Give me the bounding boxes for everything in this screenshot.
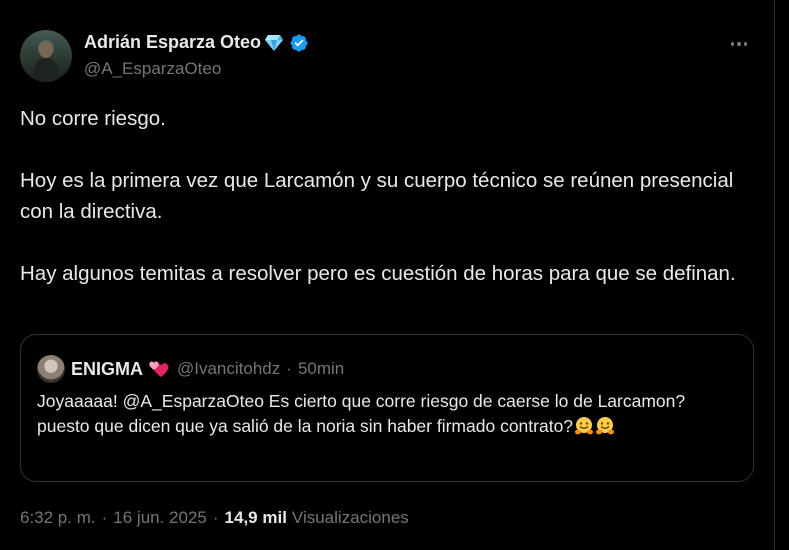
tweet-header: Adrián Esparza Oteo @A_EsparzaOteo [20, 26, 749, 84]
author-handle[interactable]: @A_EsparzaOteo [84, 59, 221, 79]
tweet-time[interactable]: 6:32 p. m. [20, 508, 96, 528]
quoted-tweet-header: ENIGMA @Ivancitohdz · 50min [37, 355, 344, 383]
more-options-icon[interactable] [727, 36, 751, 52]
tweet-body: No corre riesgo. Hoy es la primera vez q… [20, 103, 750, 289]
author-display-name[interactable]: Adrián Esparza Oteo [84, 32, 261, 53]
quoted-author-name: ENIGMA [71, 358, 143, 379]
views-label[interactable]: Visualizaciones [292, 508, 409, 528]
quoted-tweet[interactable]: ENIGMA @Ivancitohdz · 50min Joyaaaaa! @A… [20, 334, 754, 482]
author-name-row: Adrián Esparza Oteo [84, 32, 309, 53]
hugging-face-icon [574, 416, 594, 436]
quoted-tweet-text: Joyaaaaa! @A_EsparzaOteo Es cierto que c… [37, 389, 737, 439]
separator-dot: · [212, 508, 219, 527]
tweet-paragraph: Hoy es la primera vez que Larcamón y su … [20, 169, 734, 223]
views-count[interactable]: 14,9 mil [225, 508, 287, 528]
tweet-meta: 6:32 p. m. · 16 jun. 2025 · 14,9 mil Vis… [20, 508, 409, 528]
hugging-face-icon [595, 416, 615, 436]
quoted-author-handle: @Ivancitohdz [177, 359, 281, 378]
tweet-paragraph: Hay algunos temitas a resolver pero es c… [20, 262, 736, 285]
tweet-paragraph: No corre riesgo. [20, 107, 166, 130]
verified-badge-icon[interactable] [289, 33, 309, 53]
tweet-date[interactable]: 16 jun. 2025 [113, 508, 207, 528]
diamond-icon [264, 34, 284, 52]
right-divider [774, 0, 775, 550]
separator-dot: · [101, 508, 108, 527]
separator-dot: · [286, 359, 292, 378]
two-hearts-icon [147, 359, 169, 379]
quoted-tweet-time: 50min [297, 359, 345, 378]
author-avatar[interactable] [20, 30, 72, 82]
quoted-author-avatar [37, 355, 65, 383]
